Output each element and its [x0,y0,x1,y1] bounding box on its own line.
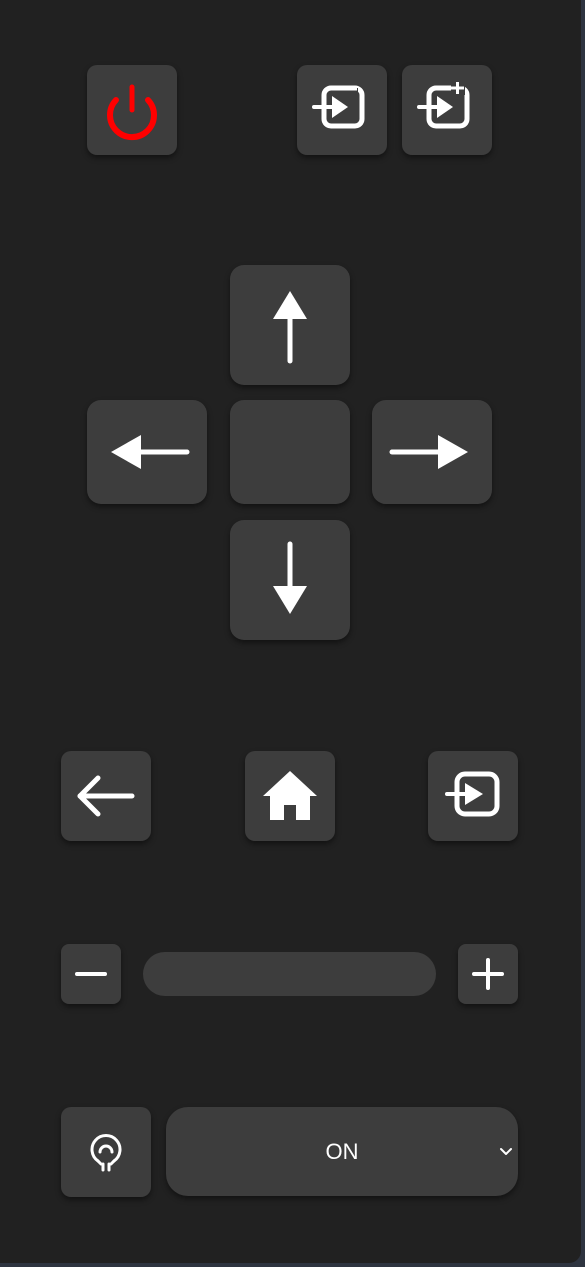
input-plus-icon [417,81,470,129]
arrow-down-icon [273,541,307,614]
dpad-down-button[interactable] [230,520,350,640]
mode-select-value: ON [325,1139,359,1164]
volume-slider[interactable] [143,952,436,996]
input-source-icon [445,771,500,817]
volume-up-button[interactable] [458,944,518,1004]
volume-down-button[interactable] [61,944,121,1004]
minus-icon [75,972,107,976]
back-arrow-icon [77,775,135,817]
power-button[interactable] [87,65,177,155]
back-button[interactable] [61,751,151,841]
light-button[interactable] [61,1107,151,1197]
dpad-up-button[interactable] [230,265,350,385]
remote-panel: ON [0,0,581,1263]
mode-select[interactable]: ON [166,1107,518,1196]
dpad-left-button[interactable] [87,400,207,504]
arrow-left-icon [111,435,190,469]
lightbulb-icon [90,1134,122,1172]
home-icon [263,771,317,820]
chevron-down-icon [500,1148,512,1155]
arrow-up-icon [273,291,307,364]
input-prev-button[interactable] [297,65,387,155]
plus-icon [472,958,504,990]
dpad-right-button[interactable] [372,400,492,504]
arrow-right-icon [389,435,468,469]
input-minus-icon [312,85,365,129]
power-icon [107,84,157,141]
input-source-button[interactable] [428,751,518,841]
input-next-button[interactable] [402,65,492,155]
home-button[interactable] [245,751,335,841]
dpad-ok-button[interactable] [230,400,350,504]
